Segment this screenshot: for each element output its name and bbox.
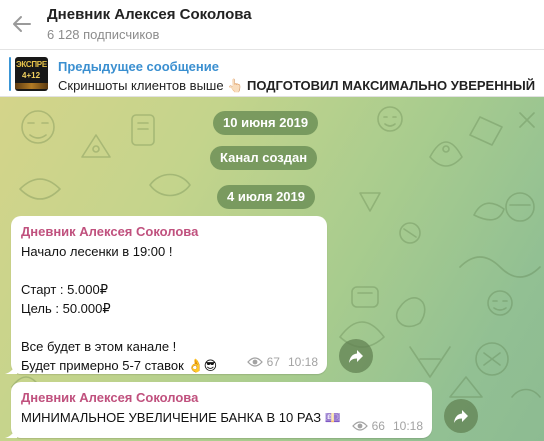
thumb-line2: 4+12 bbox=[22, 71, 41, 80]
share-arrow-icon bbox=[454, 410, 468, 423]
message-line bbox=[21, 318, 217, 337]
message-line: МИНИМАЛЬНОЕ УВЕЛИЧЕНИЕ БАНКА В 10 РАЗ 💷 bbox=[21, 410, 341, 425]
pinned-accent-bar bbox=[9, 57, 11, 91]
message-bubble[interactable]: Дневник Алексея Соколова МИНИМАЛЬНОЕ УВЕ… bbox=[5, 382, 432, 438]
message-author[interactable]: Дневник Алексея Соколова bbox=[21, 224, 217, 239]
share-button[interactable] bbox=[339, 339, 373, 373]
message-time: 10:18 bbox=[287, 355, 318, 369]
bubble-tail bbox=[5, 362, 17, 374]
eye-icon bbox=[351, 421, 368, 431]
message-line: Цель : 50.000₽ bbox=[21, 301, 111, 316]
arrow-left-icon[interactable] bbox=[11, 13, 33, 35]
message-meta: 67 10:18 bbox=[246, 355, 318, 369]
chat-area[interactable]: 10 июня 2019 Канал создан 4 июля 2019 Дн… bbox=[0, 97, 544, 441]
date-pill-2: 4 июля 2019 bbox=[217, 185, 315, 209]
view-count: 67 bbox=[266, 355, 280, 369]
thumb-line1: ЭКСПРЕ bbox=[16, 60, 47, 69]
message-line: Будет примерно 5-7 ставок 👌😎 bbox=[21, 358, 218, 373]
message-line: Все будет в этом канале ! bbox=[21, 339, 177, 354]
chat-header: Дневник Алексея Соколова 6 128 подписчик… bbox=[0, 0, 544, 50]
message-line: Старт : 5.000₽ bbox=[21, 282, 108, 297]
pinned-text: Скриншоты клиентов выше 👆🏻 ПОДГОТОВИЛ МА… bbox=[58, 78, 535, 94]
bubble-tail bbox=[5, 426, 17, 438]
message-author[interactable]: Дневник Алексея Соколова bbox=[21, 390, 341, 405]
message-line bbox=[21, 261, 217, 280]
eye-icon bbox=[246, 357, 263, 367]
share-arrow-icon bbox=[349, 350, 363, 363]
share-button[interactable] bbox=[444, 399, 478, 433]
channel-title[interactable]: Дневник Алексея Соколова bbox=[47, 6, 252, 23]
channel-created-pill: Канал создан bbox=[210, 146, 318, 170]
message-meta: 66 10:18 bbox=[351, 419, 423, 433]
pinned-label: Предыдущее сообщение bbox=[58, 59, 219, 74]
view-count: 66 bbox=[371, 419, 385, 433]
message-bubble[interactable]: Дневник Алексея Соколова Начало лесенки … bbox=[5, 216, 327, 374]
message-time: 10:18 bbox=[392, 419, 423, 433]
pinned-text-bold: ПОДГОТОВИЛ МАКСИМАЛЬНО УВЕРЕННЫЙ bbox=[247, 78, 536, 93]
pinned-text-plain: Скриншоты клиентов выше 👆🏻 bbox=[58, 78, 244, 93]
pinned-thumbnail: ЭКСПРЕ 4+12 bbox=[15, 57, 48, 91]
message-line: Начало лесенки в 19:00 ! bbox=[21, 244, 173, 259]
subscriber-count: 6 128 подписчиков bbox=[47, 27, 160, 42]
date-pill-1: 10 июня 2019 bbox=[213, 111, 319, 135]
pinned-message-bar[interactable]: ЭКСПРЕ 4+12 Предыдущее сообщение Скриншо… bbox=[0, 51, 544, 97]
